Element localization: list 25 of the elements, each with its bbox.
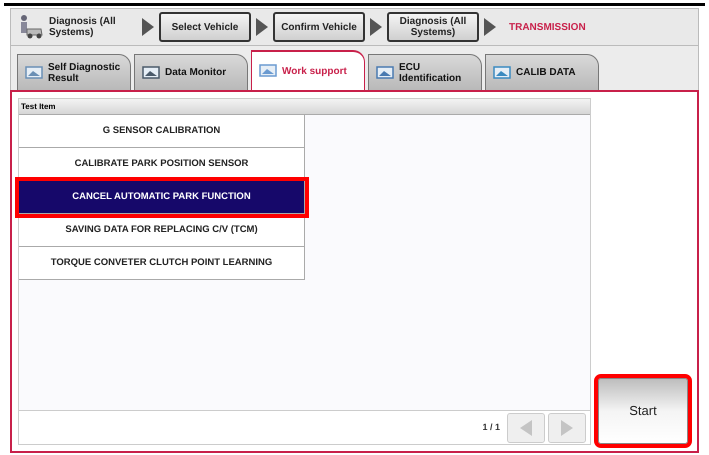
column-header: Test Item: [19, 99, 590, 115]
screen-icon: [492, 64, 512, 80]
monitor-icon: [141, 64, 161, 80]
screen-icon: [258, 63, 278, 79]
screen-icon: [375, 64, 395, 80]
left-triangle-icon: [519, 418, 533, 436]
tab[interactable]: Self Diagnostic Result: [17, 54, 131, 90]
chevron-icon: [483, 17, 497, 37]
chevron-icon: [369, 17, 383, 37]
chevron-icon: [141, 17, 155, 37]
tab[interactable]: CALIB DATA: [485, 54, 599, 90]
screen-icon: [24, 64, 44, 80]
current-system-label: TRANSMISSION: [509, 20, 586, 34]
breadcrumb-button[interactable]: Confirm Vehicle: [273, 12, 365, 42]
breadcrumb-label: Diagnosis (All Systems): [49, 16, 117, 38]
breadcrumb-button[interactable]: Diagnosis (All Systems): [387, 12, 479, 42]
breadcrumb-button[interactable]: Select Vehicle: [159, 12, 251, 42]
test-item-row[interactable]: TORQUE CONVETER CLUTCH POINT LEARNING: [19, 247, 305, 280]
tab[interactable]: Data Monitor: [134, 54, 248, 90]
test-item-row[interactable]: G SENSOR CALIBRATION: [19, 115, 305, 148]
right-triangle-icon: [560, 418, 574, 436]
page-indicator: 1 / 1: [482, 420, 500, 434]
tab[interactable]: Work support: [251, 50, 365, 90]
tab[interactable]: ECU Identification: [368, 54, 482, 90]
chevron-icon: [255, 17, 269, 37]
